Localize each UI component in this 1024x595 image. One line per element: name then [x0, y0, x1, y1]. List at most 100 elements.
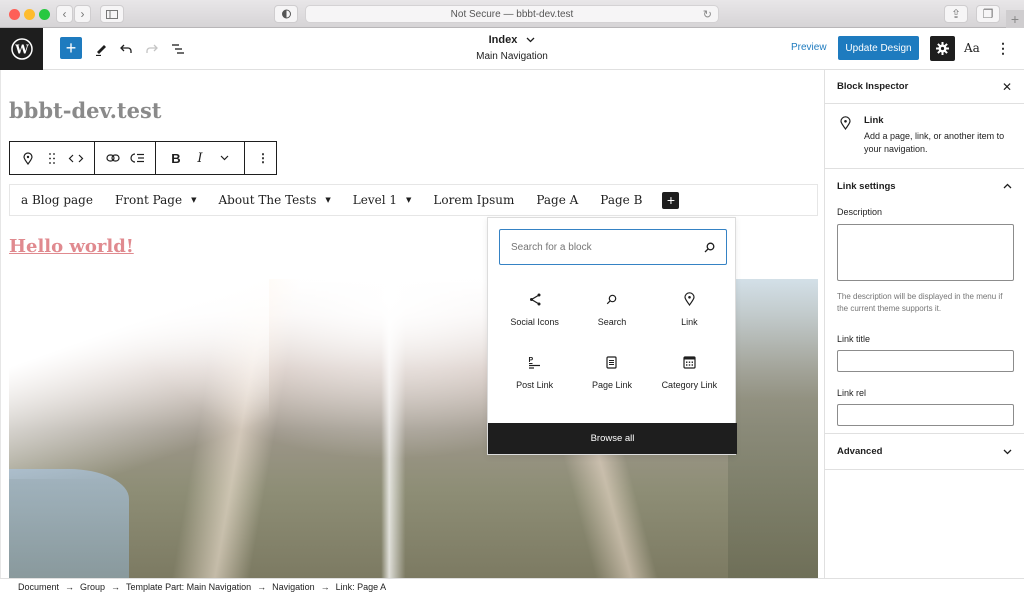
- forward-button[interactable]: ›: [74, 5, 91, 23]
- nav-link-item[interactable]: a Blog page: [21, 193, 93, 207]
- redo-button[interactable]: [143, 39, 161, 59]
- breadcrumb-item[interactable]: Document: [18, 582, 59, 592]
- nav-link-item[interactable]: Lorem Ipsum: [433, 193, 514, 207]
- styles-button[interactable]: Aa: [964, 41, 980, 55]
- quick-inserter-popover: Social Icons Search Link P Post Link Page Lin…: [487, 217, 737, 455]
- block-card: Link Add a page, link, or another item t…: [825, 104, 1024, 169]
- tabs-overview-button[interactable]: ❐: [976, 5, 1000, 23]
- block-type-item[interactable]: P Post Link: [496, 353, 573, 391]
- chevron-down-icon: [526, 34, 535, 46]
- maximize-window-button[interactable]: [39, 9, 50, 20]
- search-icon: [606, 290, 617, 308]
- toolbar-group-block: [10, 142, 95, 174]
- share-icon: [529, 290, 541, 308]
- block-type-item[interactable]: Category Link: [651, 353, 728, 390]
- editor-header: W + Index Main Navigation Preview Update…: [0, 28, 1024, 70]
- navigation-block: a Blog page Front Page ▼ About The Tests ▼ Le…: [9, 184, 818, 216]
- plus-icon: +: [65, 37, 77, 58]
- breadcrumb-item[interactable]: Navigation: [272, 582, 315, 592]
- wordpress-logo-button[interactable]: W: [0, 28, 43, 70]
- list-view-icon: [172, 44, 184, 54]
- wordpress-icon: W: [10, 38, 33, 60]
- chevron-up-icon: [1003, 183, 1012, 189]
- document-subtitle: Main Navigation: [476, 51, 548, 62]
- privacy-report-button[interactable]: [274, 5, 298, 23]
- share-button[interactable]: ⇪: [944, 5, 968, 23]
- bold-button[interactable]: B: [164, 146, 188, 170]
- update-design-button[interactable]: Update Design: [838, 36, 919, 60]
- new-tab-button[interactable]: +: [1006, 10, 1024, 28]
- add-nav-item-button[interactable]: +: [662, 191, 680, 209]
- breadcrumb-item[interactable]: Link: Page A: [336, 582, 387, 592]
- browse-all-button[interactable]: Browse all: [488, 423, 737, 454]
- nav-link-label: Lorem Ipsum: [433, 193, 515, 207]
- back-button[interactable]: ‹: [56, 5, 73, 23]
- toolbar-group-format: B I: [156, 142, 245, 174]
- block-search-input[interactable]: [511, 241, 704, 253]
- site-title[interactable]: bbbt-dev.test: [9, 98, 162, 123]
- toolbar-group-link: [95, 142, 156, 174]
- caret-down-icon[interactable]: ▼: [325, 196, 330, 204]
- nav-link-item[interactable]: Level 1 ▼: [353, 193, 412, 207]
- address-bar[interactable]: Not Secure — bbbt-dev.test ↻: [305, 5, 719, 23]
- document-title-dropdown[interactable]: Index Main Navigation: [440, 32, 584, 66]
- italic-button[interactable]: I: [188, 146, 212, 170]
- tools-button[interactable]: [92, 39, 110, 59]
- bold-icon: B: [171, 150, 181, 166]
- block-types-grid: Social Icons Search Link P Post Link Page Lin…: [496, 290, 728, 390]
- nav-link-item[interactable]: Page A: [536, 193, 578, 207]
- nav-link-item[interactable]: Front Page ▼: [115, 193, 197, 207]
- block-search-field[interactable]: [499, 229, 727, 265]
- close-window-button[interactable]: [9, 9, 20, 20]
- undo-button[interactable]: [117, 39, 135, 59]
- more-vertical-icon: ⋮: [257, 151, 269, 165]
- caret-down-icon[interactable]: ▼: [406, 196, 411, 204]
- search-icon: [704, 242, 715, 252]
- settings-button[interactable]: [930, 36, 955, 61]
- link-title-input[interactable]: [837, 350, 1014, 372]
- description-label: Description: [837, 207, 883, 217]
- post-title-link[interactable]: Hello world!: [9, 236, 134, 257]
- link-settings-toggle[interactable]: Link settings: [825, 169, 1024, 203]
- arrow-right-icon: →: [65, 582, 75, 592]
- block-type-item[interactable]: Page Link: [573, 353, 650, 390]
- breadcrumb-item[interactable]: Template Part: Main Navigation: [126, 582, 251, 592]
- undo-icon: [120, 44, 132, 53]
- arrow-right-icon: →: [257, 582, 267, 592]
- chevron-down-icon: [1003, 449, 1012, 454]
- document-title: Index: [488, 34, 518, 46]
- sidebar-title: Block Inspector: [837, 81, 909, 92]
- nav-link-label: Front Page: [114, 193, 183, 207]
- preview-button[interactable]: Preview: [791, 42, 827, 53]
- sidebar-toggle-button[interactable]: [100, 5, 124, 23]
- link-block-icon[interactable]: [16, 146, 40, 170]
- nav-link-item[interactable]: Page B: [600, 193, 642, 207]
- advanced-panel-toggle[interactable]: Advanced: [825, 434, 1024, 470]
- nav-link-item[interactable]: About The Tests ▼: [218, 193, 330, 207]
- close-icon[interactable]: ✕: [1002, 80, 1012, 94]
- link-rel-input[interactable]: [837, 404, 1014, 426]
- minimize-window-button[interactable]: [24, 9, 35, 20]
- block-type-item[interactable]: Link: [651, 290, 728, 327]
- plus-icon: +: [1010, 11, 1020, 27]
- toolbar-group-options: ⋮: [245, 142, 281, 174]
- breadcrumb-item[interactable]: Group: [80, 582, 105, 592]
- caret-down-icon[interactable]: ▼: [191, 196, 196, 204]
- block-type-item[interactable]: Social Icons: [496, 290, 573, 327]
- list-view-button[interactable]: [168, 39, 188, 59]
- sidebar-icon: [106, 9, 118, 19]
- block-type-label: Page Link: [591, 380, 632, 390]
- block-inserter-toggle[interactable]: +: [60, 37, 82, 59]
- drag-handle[interactable]: [40, 146, 64, 170]
- add-submenu-button[interactable]: [125, 146, 149, 170]
- block-type-item[interactable]: Search: [573, 290, 650, 327]
- description-textarea[interactable]: [837, 224, 1014, 281]
- drag-handle-icon: [49, 152, 55, 164]
- more-options-icon[interactable]: ⋮: [996, 40, 1010, 57]
- move-left-right-button[interactable]: [64, 146, 88, 170]
- link-button[interactable]: [101, 146, 125, 170]
- reload-icon[interactable]: ↻: [703, 8, 712, 21]
- more-formatting-button[interactable]: [212, 146, 236, 170]
- plus-icon: +: [666, 192, 675, 208]
- block-options-button[interactable]: ⋮: [251, 146, 275, 170]
